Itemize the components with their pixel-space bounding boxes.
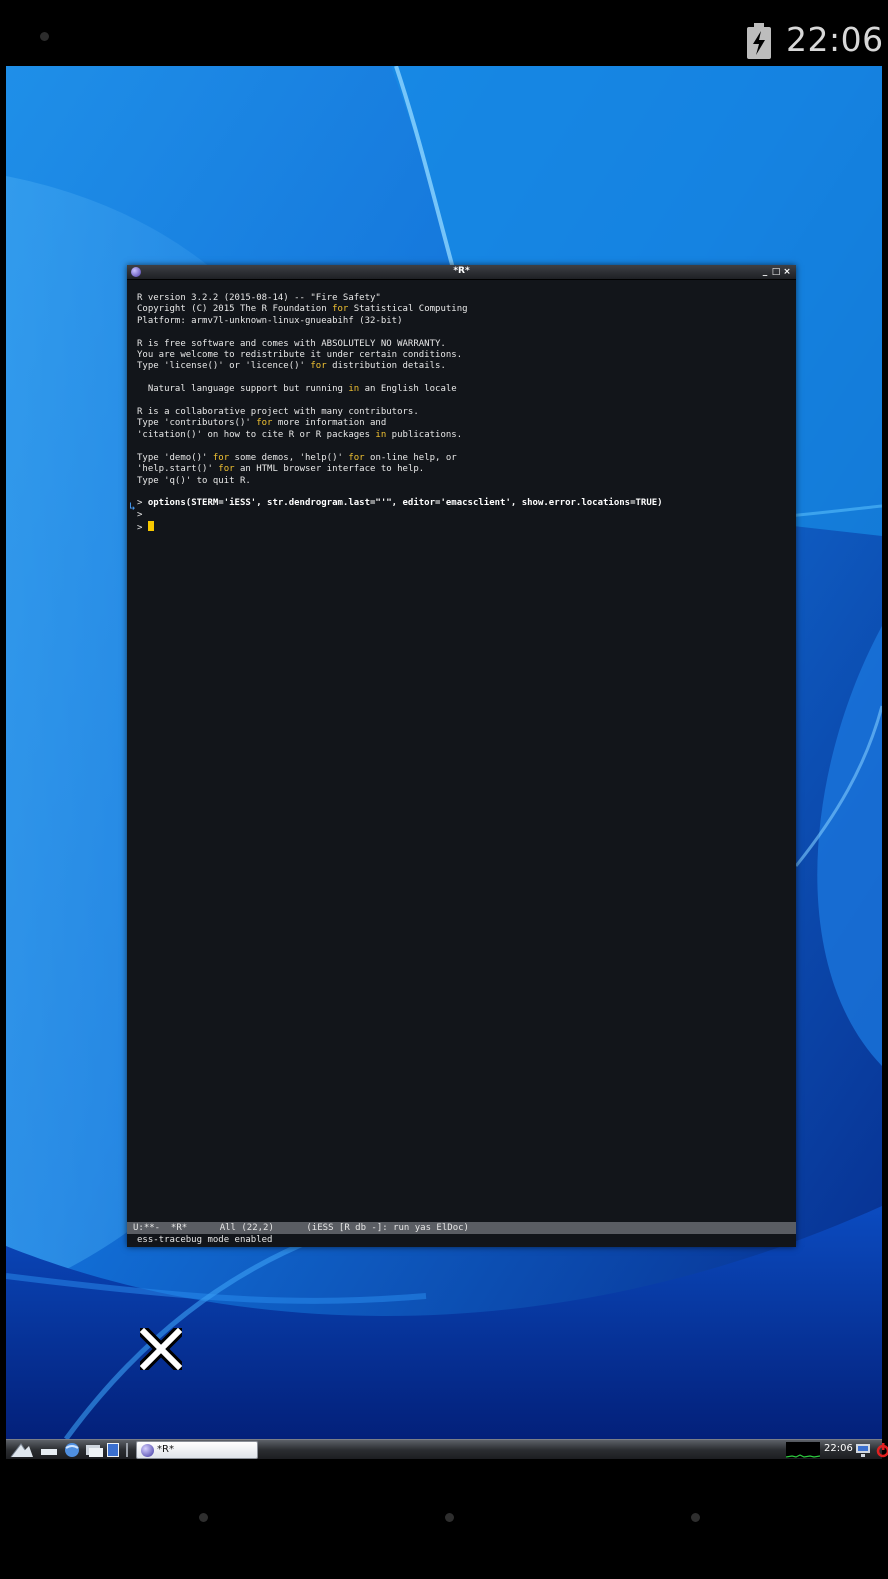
android-status-bar: 22:06 [6,6,884,66]
taskbar-clock[interactable]: 22:06 [824,1443,853,1454]
console-text: > [137,498,148,509]
x-close-icon[interactable] [140,1328,182,1370]
console-text: > [137,509,143,520]
close-button[interactable]: × [782,266,792,278]
window-title: *R* [453,266,470,276]
text-cursor [147,521,154,532]
android-nav-bar [6,1459,882,1579]
start-menu-icon[interactable] [10,1442,34,1458]
console-text: > [137,523,148,534]
file-manager-icon[interactable] [84,1442,104,1458]
emacs-window[interactable]: *R* _ □ × ↳ R version 3.2.2 (2015-08-14)… [127,265,796,1247]
console-line: 'help.start()' for an HTML browser inter… [137,464,792,475]
console-text: You are welcome to redistribute it under… [137,350,463,361]
console-line: Natural language support but running in … [137,384,792,395]
window-titlebar[interactable]: *R* _ □ × [127,265,796,280]
keyword-token: for [256,418,273,429]
keyword-token: in [348,384,360,395]
keyword-token: in [375,429,387,440]
keyword-token: for [212,452,230,463]
command-text: options(STERM='iESS', str.dendrogram.las… [147,498,663,509]
console-text: R is free software and comes with ABSOLU… [137,338,446,349]
fringe-arrow-icon: ↳ [129,500,136,513]
console-text: 'citation()' on how to cite R or R packa… [137,429,376,440]
console-text: Copyright (C) 2015 The R Foundation [137,304,333,315]
console-line: Type 'contributors()' for more informati… [137,418,792,429]
taskbar-separator [126,1443,128,1457]
console-text: R version 3.2.2 (2015-08-14) -- "Fire Sa… [137,293,381,303]
nav-back-button[interactable] [199,1513,208,1522]
keyword-token: for [348,452,365,463]
console-line: > [137,510,792,521]
console-text: an English locale [359,384,457,395]
console-line: > options(STERM='iESS', str.dendrogram.l… [137,498,792,509]
console-line: R version 3.2.2 (2015-08-14) -- "Fire Sa… [137,293,792,304]
console-line: R is free software and comes with ABSOLU… [137,339,792,350]
mode-line-text: U:**- *R* All (22,2) (iESS [R db -]: run… [133,1223,469,1233]
console-text: an HTML browser interface to help. [234,464,425,475]
console-text: Statistical Computing [348,304,468,315]
console-text: Type 'demo()' [137,452,213,463]
console-text: on-line help, or [364,452,457,463]
console-text: Platform: armv7l-unknown-linux-gnueabihf… [137,315,403,326]
console-line: > [137,521,792,534]
console-text: some demos, 'help()' [229,452,349,463]
echo-area: ess-tracebug mode enabled [127,1234,796,1247]
echo-area-text: ess-tracebug mode enabled [137,1235,273,1245]
status-clock: 22:06 [786,20,884,59]
r-console-buffer[interactable]: R version 3.2.2 (2015-08-14) -- "Fire Sa… [137,293,792,535]
notification-dot [40,32,49,41]
task-button-label: *R* [157,1444,174,1455]
console-text: Type 'license()' or 'licence()' [137,361,311,372]
nav-recents-button[interactable] [691,1513,700,1522]
console-line: 'citation()' on how to cite R or R packa… [137,430,792,441]
minimize-button[interactable]: _ [760,266,770,278]
console-text: publications. [386,429,463,440]
emacs-task-icon [141,1444,154,1457]
console-line: Platform: armv7l-unknown-linux-gnueabihf… [137,316,792,327]
console-line: Type 'q()' to quit R. [137,476,792,487]
console-text: Type 'q()' to quit R. [137,475,251,486]
taskbar: *R* 22:06 [6,1439,888,1460]
keyword-token: for [218,464,235,475]
keyword-token: for [310,361,327,372]
console-text: more information and [272,418,387,429]
minimize-all-icon[interactable] [38,1442,60,1458]
cpu-monitor-graph[interactable] [786,1442,820,1458]
battery-charging-icon [747,23,771,59]
power-icon[interactable] [876,1442,888,1458]
console-text: 'help.start()' [137,464,219,475]
console-line: Type 'demo()' for some demos, 'help()' f… [137,453,792,464]
maximize-button[interactable]: □ [771,266,781,278]
console-text: R is a collaborative project with many c… [137,407,419,418]
mode-line: U:**- *R* All (22,2) (iESS [R db -]: run… [127,1222,796,1234]
task-button-r[interactable]: *R* [136,1441,258,1459]
console-line: Copyright (C) 2015 The R Foundation for … [137,304,792,315]
browser-icon[interactable] [62,1442,82,1458]
network-icon[interactable] [854,1442,872,1458]
terminal-icon[interactable] [105,1442,121,1458]
keyword-token: for [332,304,349,315]
console-text: Natural language support but running [137,384,349,395]
console-text: distribution details. [326,361,446,372]
console-line: R is a collaborative project with many c… [137,407,792,418]
console-line: Type 'license()' or 'licence()' for dist… [137,361,792,372]
nav-home-button[interactable] [445,1513,454,1522]
console-text: Type 'contributors()' [137,418,257,429]
console-line: You are welcome to redistribute it under… [137,350,792,361]
